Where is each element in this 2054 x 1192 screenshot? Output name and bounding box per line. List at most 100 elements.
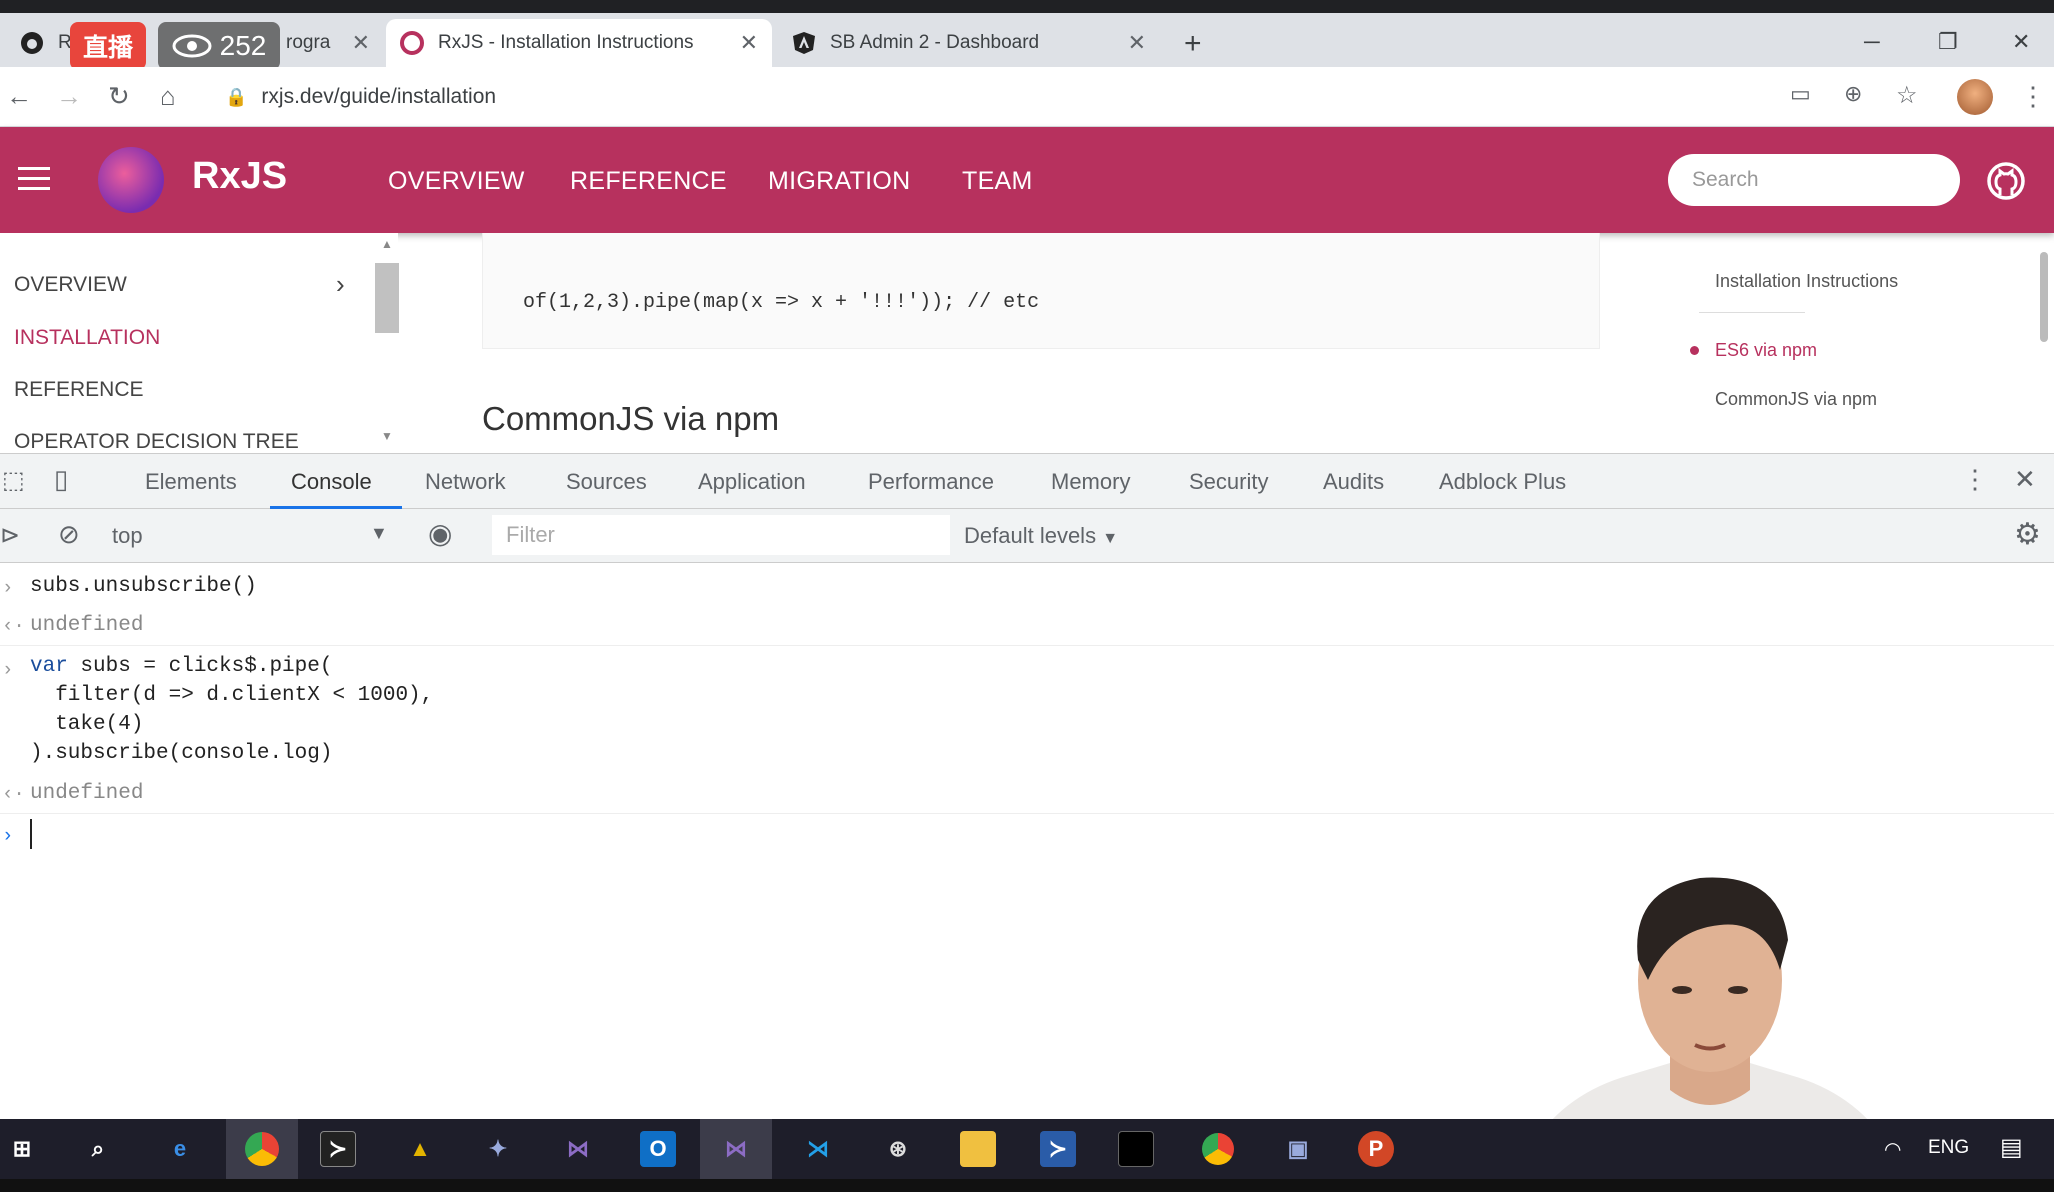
search-icon[interactable]: ⌕ bbox=[80, 1131, 116, 1167]
sidebar-scrollbar[interactable] bbox=[375, 263, 399, 333]
toc-item-commonjs[interactable]: CommonJS via npm bbox=[1715, 389, 1877, 410]
nav-overview[interactable]: OVERVIEW bbox=[388, 167, 525, 196]
app-circle-icon[interactable]: ⊛ bbox=[880, 1131, 916, 1167]
input-prompt-icon: › bbox=[2, 577, 14, 599]
scroll-down-icon[interactable]: ▼ bbox=[381, 429, 393, 443]
devtools-close-icon[interactable]: ✕ bbox=[2014, 464, 2036, 495]
vscode-icon[interactable]: ⋊ bbox=[800, 1131, 836, 1167]
rxjs-logo[interactable] bbox=[98, 147, 164, 213]
scroll-up-icon[interactable]: ▲ bbox=[381, 237, 393, 251]
zoom-icon[interactable]: ⊕ bbox=[1844, 81, 1862, 107]
console-output-line: undefined bbox=[30, 614, 144, 637]
back-icon[interactable]: ← bbox=[6, 81, 32, 112]
toc-item-es6[interactable]: ES6 via npm bbox=[1715, 340, 1817, 361]
settings-gear-icon[interactable]: ⚙ bbox=[2014, 517, 2041, 552]
tab-rxjs[interactable]: RxJS - Installation Instructions ✕ bbox=[386, 19, 772, 67]
app-icon[interactable]: ✦ bbox=[480, 1131, 516, 1167]
input-prompt-icon: › bbox=[2, 825, 14, 847]
tab-memory[interactable]: Memory bbox=[1051, 469, 1130, 495]
device-toggle-icon[interactable]: ▯ bbox=[54, 464, 68, 495]
url-field[interactable]: 🔒 rxjs.dev/guide/installation bbox=[225, 77, 1745, 117]
output-arrow-icon: ‹· bbox=[2, 783, 25, 805]
levels-dropdown[interactable]: Default levels ▼ bbox=[964, 523, 1118, 549]
sidebar-item-installation[interactable]: INSTALLATION bbox=[14, 326, 160, 350]
sidebar-item-overview[interactable]: OVERVIEW bbox=[14, 273, 127, 297]
viewer-count: 252 bbox=[219, 30, 267, 61]
clear-console-icon[interactable]: ⊘ bbox=[58, 519, 80, 550]
nav-migration[interactable]: MIGRATION bbox=[768, 167, 911, 196]
edge-icon[interactable]: e bbox=[162, 1131, 198, 1167]
levels-label: Default levels bbox=[964, 523, 1097, 548]
tab-network[interactable]: Network bbox=[425, 469, 506, 495]
chevron-right-icon[interactable]: › bbox=[336, 269, 345, 300]
eye-icon bbox=[172, 34, 212, 58]
text-cursor bbox=[30, 819, 32, 849]
language-indicator[interactable]: ENG bbox=[1928, 1137, 1969, 1159]
notification-icon[interactable]: ▤ bbox=[2000, 1133, 2023, 1162]
terminal-icon[interactable]: ≻ bbox=[320, 1131, 356, 1167]
devtools-tab-bar: ⬚ ▯ Elements Console Network Sources App… bbox=[0, 453, 2054, 510]
tab-adblock-plus[interactable]: Adblock Plus bbox=[1439, 469, 1566, 495]
console-window-icon[interactable] bbox=[1118, 1131, 1154, 1167]
linux-penguin-icon[interactable]: ▲ bbox=[402, 1131, 438, 1167]
tab-sources[interactable]: Sources bbox=[566, 469, 647, 495]
bookmark-star-icon[interactable]: ☆ bbox=[1896, 81, 1918, 110]
site-brand[interactable]: RxJS bbox=[192, 155, 287, 198]
toc-title[interactable]: Installation Instructions bbox=[1715, 271, 1898, 292]
nav-reference[interactable]: REFERENCE bbox=[570, 167, 727, 196]
hamburger-menu-icon[interactable] bbox=[18, 167, 50, 191]
new-tab-button[interactable]: + bbox=[1184, 27, 1202, 61]
chrome-icon[interactable] bbox=[1200, 1131, 1236, 1167]
close-icon[interactable]: ✕ bbox=[740, 30, 758, 56]
avatar[interactable] bbox=[1957, 79, 1993, 115]
site-header: RxJS OVERVIEW REFERENCE MIGRATION TEAM S… bbox=[0, 127, 2054, 233]
visual-studio-icon[interactable]: ⋈ bbox=[560, 1131, 596, 1167]
toc-active-dot bbox=[1690, 346, 1699, 355]
context-select[interactable]: top ▼ bbox=[112, 523, 392, 549]
window-close-icon[interactable]: ✕ bbox=[2012, 29, 2030, 55]
tab-audits[interactable]: Audits bbox=[1323, 469, 1384, 495]
close-icon[interactable]: ✕ bbox=[352, 30, 370, 56]
filter-input[interactable]: Filter bbox=[492, 515, 950, 555]
github-icon[interactable] bbox=[1986, 161, 2026, 201]
tab-console[interactable]: Console bbox=[291, 469, 372, 495]
code-text: subs = clicks$.pipe( bbox=[67, 655, 333, 678]
restore-icon[interactable]: ❐ bbox=[1938, 29, 1958, 55]
menu-kebab-icon[interactable]: ⋮ bbox=[2020, 81, 2046, 112]
powerpoint-icon[interactable]: P bbox=[1358, 1131, 1394, 1167]
minimize-icon[interactable]: ─ bbox=[1864, 29, 1880, 55]
eye-icon[interactable]: ◉ bbox=[428, 517, 452, 550]
cast-icon[interactable]: ▭ bbox=[1790, 81, 1811, 107]
wifi-icon[interactable]: ◠ bbox=[1884, 1137, 1901, 1162]
tab-title: RxJS - Installation Instructions bbox=[438, 32, 694, 53]
tab-security[interactable]: Security bbox=[1189, 469, 1268, 495]
visual-studio-active-icon[interactable]: ⋈ bbox=[700, 1119, 772, 1179]
sidebar-item-reference[interactable]: REFERENCE bbox=[14, 378, 144, 402]
file-explorer-icon[interactable] bbox=[960, 1131, 996, 1167]
home-icon[interactable]: ⌂ bbox=[160, 81, 176, 112]
tab-sb-admin[interactable]: SB Admin 2 - Dashboard ✕ bbox=[778, 19, 1160, 67]
close-icon[interactable]: ✕ bbox=[1128, 30, 1146, 56]
page-scrollbar[interactable] bbox=[2040, 252, 2048, 342]
chrome-active-icon[interactable] bbox=[226, 1119, 298, 1179]
context-value: top bbox=[112, 523, 143, 548]
tab-elements[interactable]: Elements bbox=[145, 469, 237, 495]
console-input-line: var subs = clicks$.pipe( bbox=[30, 655, 332, 678]
inspect-element-icon[interactable]: ⬚ bbox=[2, 466, 25, 495]
forward-icon[interactable]: → bbox=[56, 81, 82, 112]
console-input-line: ).subscribe(console.log) bbox=[30, 742, 333, 765]
sidebar-item-operator-decision-tree[interactable]: OPERATOR DECISION TREE bbox=[14, 430, 299, 454]
console-input-line: take(4) bbox=[30, 713, 144, 736]
tab-performance[interactable]: Performance bbox=[868, 469, 994, 495]
nav-team[interactable]: TEAM bbox=[962, 167, 1033, 196]
outlook-icon[interactable]: O bbox=[640, 1131, 676, 1167]
powershell-icon[interactable]: ≻ bbox=[1040, 1131, 1076, 1167]
reload-icon[interactable]: ↻ bbox=[108, 81, 130, 112]
devtools-menu-icon[interactable]: ⋮ bbox=[1962, 464, 1988, 495]
sidebar-toggle-icon[interactable]: ⊳ bbox=[0, 521, 20, 550]
input-prompt-icon: › bbox=[2, 659, 14, 681]
windows-start-icon[interactable]: ⊞ bbox=[4, 1131, 40, 1167]
tab-application[interactable]: Application bbox=[698, 469, 806, 495]
app-icon[interactable]: ▣ bbox=[1280, 1131, 1316, 1167]
search-input[interactable]: Search bbox=[1668, 154, 1960, 206]
